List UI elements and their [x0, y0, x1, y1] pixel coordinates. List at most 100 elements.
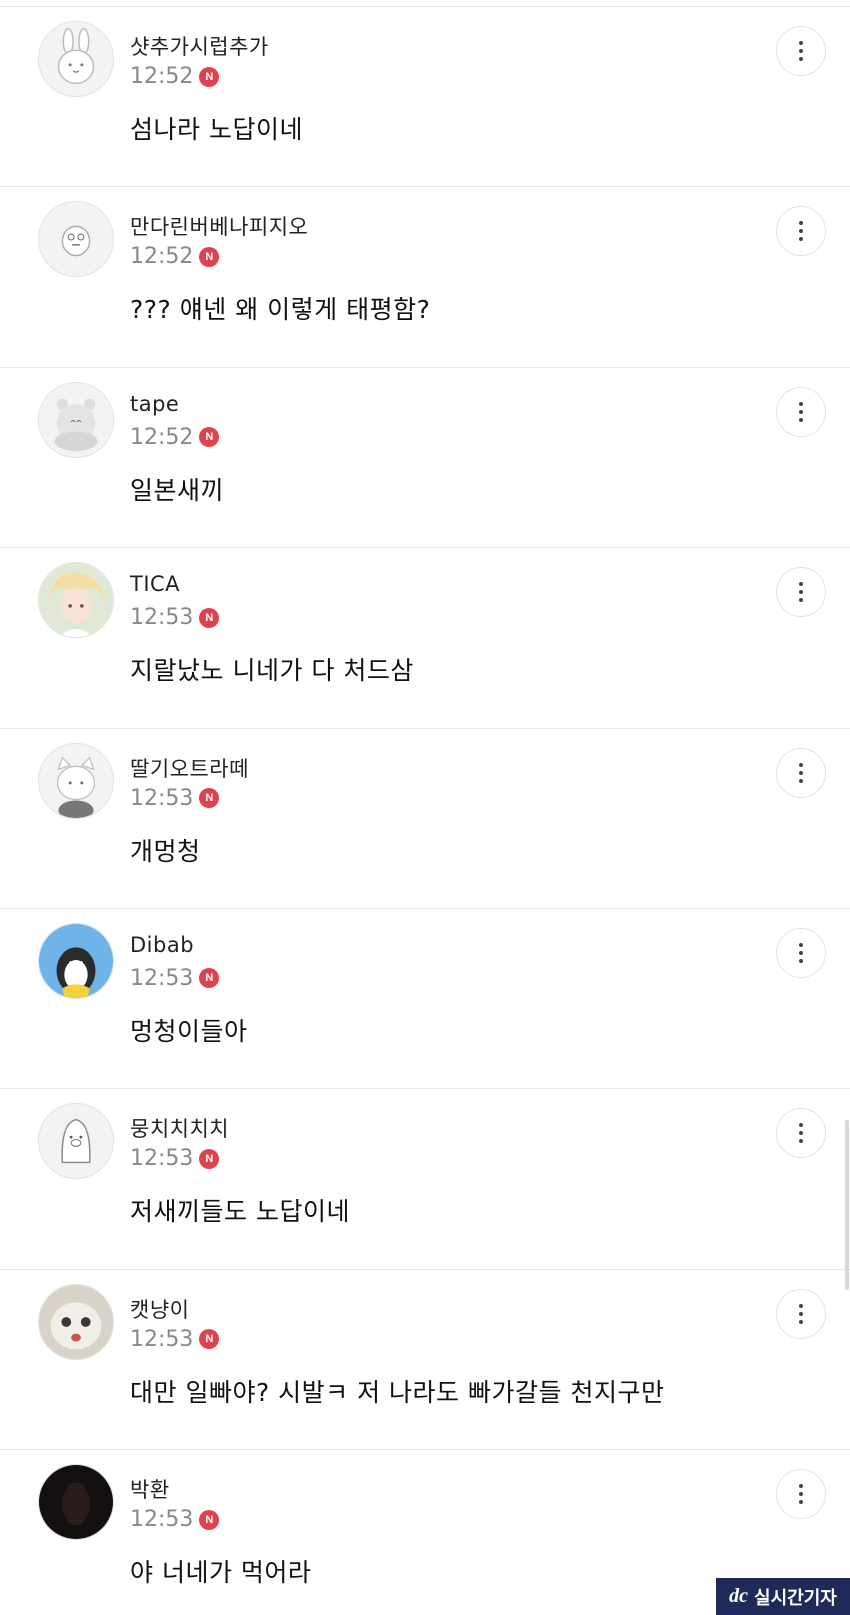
comment-text: 저새끼들도 노답이네 [130, 1197, 350, 1227]
more-icon [799, 778, 803, 783]
more-icon [799, 950, 803, 955]
more-icon [799, 417, 803, 422]
more-options-button[interactable] [776, 206, 826, 257]
comment-meta: 12:53 N [130, 965, 220, 991]
new-badge: N [199, 1148, 220, 1169]
new-badge: N [199, 968, 220, 989]
more-options-button[interactable] [776, 386, 826, 437]
new-badge: N [199, 1329, 220, 1350]
comment-text: 개멍청 [130, 836, 201, 866]
more-icon [799, 1492, 803, 1497]
more-icon [799, 1319, 803, 1324]
more-icon [799, 1139, 803, 1144]
comment-meta: 12:52 N [130, 424, 220, 450]
new-badge: N [199, 788, 220, 809]
comment-meta: 12:53 N [130, 785, 220, 811]
bear-avatar-icon[interactable] [38, 381, 114, 458]
more-icon [799, 49, 803, 53]
chick-avatar-icon[interactable] [38, 201, 114, 278]
comment-meta: 12:53 N [130, 1326, 220, 1352]
more-options-button[interactable] [776, 1288, 826, 1339]
comment-nickname[interactable]: 뭉치치치치 [130, 1113, 229, 1143]
comment-time: 12:53 [130, 785, 194, 811]
comment-meta: 12:53 N [130, 1507, 220, 1533]
more-icon [799, 41, 803, 45]
more-icon [799, 598, 803, 603]
scrollbar[interactable] [845, 1120, 849, 1290]
comment-time: 12:53 [130, 1507, 194, 1533]
more-options-button[interactable] [776, 1108, 826, 1159]
comment-nickname[interactable]: Dibab [130, 933, 194, 957]
more-icon [799, 762, 803, 767]
pig-avatar-icon[interactable] [38, 1103, 114, 1180]
new-badge: N [199, 607, 220, 628]
more-icon [799, 590, 803, 595]
comment-time: 12:53 [130, 605, 194, 631]
comment-text: 지랄났노 니네가 다 처드삼 [130, 656, 414, 686]
dark-photo-avatar-icon[interactable] [38, 1464, 114, 1541]
comment-nickname[interactable]: TICA [130, 572, 180, 596]
comment-text: 야 너네가 먹어라 [130, 1558, 312, 1588]
comment-meta: 12:53 N [130, 605, 220, 631]
comment-list: 샷추가시럽추가 12:52 N 섬나라 노답이네 만다린버베나피지오 12:52… [0, 7, 850, 1615]
comment-meta: 12:52 N [130, 244, 220, 270]
comment-item: 만다린버베나피지오 12:52 N ??? 얘넨 왜 이렇게 태평함? [0, 187, 850, 368]
comment-nickname[interactable]: 딸기오트라떼 [130, 753, 249, 783]
comment-time: 12:52 [130, 244, 194, 270]
more-icon [799, 942, 803, 947]
new-badge: N [199, 246, 220, 267]
more-options-button[interactable] [776, 26, 826, 76]
more-options-button[interactable] [776, 1469, 826, 1520]
more-icon [799, 958, 803, 963]
comment-item: 딸기오트라떼 12:53 N 개멍청 [0, 729, 850, 909]
comment-nickname[interactable]: 만다린버베나피지오 [130, 211, 308, 241]
more-icon [799, 401, 803, 406]
comment-item: 캣냥이 12:53 N 대만 일빠야? 시발ㅋ 저 나라도 빠가갈들 천지구만 [0, 1270, 850, 1451]
more-icon [799, 1303, 803, 1308]
comment-time: 12:52 [130, 424, 194, 450]
more-icon [799, 57, 803, 61]
more-options-button[interactable] [776, 567, 826, 618]
comment-text: ??? 얘넨 왜 이렇게 태평함? [130, 295, 431, 325]
comment-time: 12:53 [130, 1146, 194, 1172]
new-badge: N [199, 427, 220, 448]
more-icon [799, 582, 803, 587]
comment-item: 뭉치치치치 12:53 N 저새끼들도 노답이네 [0, 1089, 850, 1270]
more-icon [799, 1311, 803, 1316]
more-options-button[interactable] [776, 747, 826, 798]
comment-item: 샷추가시럽추가 12:52 N 섬나라 노답이네 [0, 7, 850, 188]
new-badge: N [199, 66, 220, 87]
more-icon [799, 1123, 803, 1128]
more-icon [799, 1484, 803, 1489]
anime-avatar-icon[interactable] [38, 562, 114, 639]
comment-item: TICA 12:53 N 지랄났노 니네가 다 처드삼 [0, 548, 850, 729]
comment-item: Dibab 12:53 N 멍청이들아 [0, 909, 850, 1090]
comment-time: 12:53 [130, 1326, 194, 1352]
comment-item: tape 12:52 N 일본새끼 [0, 368, 850, 549]
watermark: dc 실시간기자 [716, 1578, 850, 1615]
rabbit-avatar-icon[interactable] [38, 21, 114, 97]
more-options-button[interactable] [776, 927, 826, 978]
more-icon [799, 229, 803, 234]
cat-avatar-icon[interactable] [38, 742, 114, 819]
comment-text: 일본새끼 [130, 475, 225, 505]
comment-meta: 12:52 N [130, 64, 220, 89]
comment-nickname[interactable]: 샷추가시럽추가 [130, 31, 269, 61]
comment-meta: 12:53 N [130, 1146, 220, 1172]
comment-nickname[interactable]: 박환 [130, 1474, 170, 1504]
kitten-avatar-icon[interactable] [38, 1283, 114, 1360]
comment-nickname[interactable]: tape [130, 392, 179, 416]
comment-nickname[interactable]: 캣냥이 [130, 1294, 189, 1324]
comment-time: 12:52 [130, 64, 194, 89]
more-icon [799, 770, 803, 775]
watermark-label: 실시간기자 [754, 1587, 837, 1609]
more-icon [799, 221, 803, 226]
watermark-logo: dc [729, 1585, 749, 1607]
more-icon [799, 1500, 803, 1505]
new-badge: N [199, 1509, 220, 1530]
comment-text: 섬나라 노답이네 [130, 115, 303, 144]
more-icon [799, 409, 803, 414]
comment-time: 12:53 [130, 965, 194, 991]
more-icon [799, 1131, 803, 1136]
penguin-avatar-icon[interactable] [38, 922, 114, 999]
